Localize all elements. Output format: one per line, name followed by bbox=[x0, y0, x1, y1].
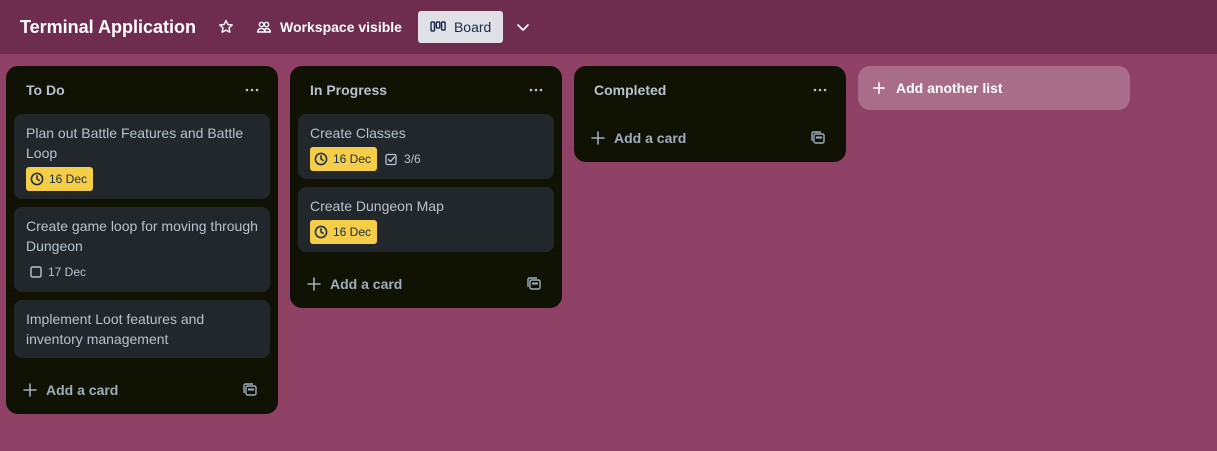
list-actions-button[interactable] bbox=[238, 76, 266, 104]
template-icon bbox=[243, 383, 257, 396]
checklist-icon bbox=[385, 153, 397, 165]
add-card-label: Add a card bbox=[614, 130, 687, 146]
due-date-badge[interactable]: 17 Dec bbox=[26, 260, 90, 284]
list-title[interactable]: Completed bbox=[594, 82, 666, 98]
plus-icon bbox=[307, 277, 321, 291]
due-date-text: 16 Dec bbox=[333, 152, 372, 166]
workspace-visibility-button[interactable]: Workspace visible bbox=[248, 11, 410, 43]
due-date-text: 17 Dec bbox=[48, 265, 87, 279]
more-icon bbox=[245, 88, 259, 92]
clock-icon bbox=[314, 225, 328, 239]
card-title: Implement Loot features and inventory ma… bbox=[26, 311, 205, 347]
add-card-button[interactable]: Add a card bbox=[306, 268, 402, 300]
due-date-badge[interactable]: 16 Dec bbox=[26, 167, 94, 191]
list-footer: Add a card bbox=[582, 114, 838, 162]
list-header: To Do bbox=[14, 66, 270, 114]
due-date-badge[interactable]: 16 Dec bbox=[310, 220, 378, 244]
create-from-template-button[interactable] bbox=[522, 272, 546, 296]
list-footer: Add a card bbox=[14, 366, 270, 414]
plus-icon bbox=[23, 383, 37, 397]
card-badges: 16 Dec 3/6 bbox=[310, 147, 542, 171]
view-switcher-button[interactable] bbox=[507, 11, 539, 43]
card[interactable]: Create Dungeon Map 16 Dec bbox=[298, 187, 554, 252]
list-title[interactable]: To Do bbox=[26, 82, 65, 98]
card-badges: 16 Dec bbox=[310, 220, 542, 244]
list-to-do: To Do Plan out Battle Features and Battl… bbox=[6, 66, 278, 414]
card-title: Create game loop for moving through Dung… bbox=[26, 218, 258, 254]
card[interactable]: Create game loop for moving through Dung… bbox=[14, 207, 270, 292]
list-title[interactable]: In Progress bbox=[310, 82, 387, 98]
board-view-button[interactable]: Board bbox=[417, 11, 504, 43]
checklist-badge: 3/6 bbox=[385, 152, 421, 166]
star-icon bbox=[219, 19, 233, 33]
list-actions-button[interactable] bbox=[806, 76, 834, 104]
plus-icon bbox=[872, 81, 886, 95]
card[interactable]: Create Classes 16 Dec 3/6 bbox=[298, 114, 554, 179]
due-date-badge[interactable]: 16 Dec bbox=[310, 147, 378, 171]
board-title[interactable]: Terminal Application bbox=[20, 17, 196, 38]
template-icon bbox=[811, 131, 825, 144]
add-card-button[interactable]: Add a card bbox=[590, 122, 686, 154]
create-from-template-button[interactable] bbox=[238, 378, 262, 402]
add-another-list-label: Add another list bbox=[896, 80, 1003, 96]
board-icon bbox=[430, 21, 446, 32]
plus-icon bbox=[591, 131, 605, 145]
card-title: Plan out Battle Features and Battle Loop bbox=[26, 125, 244, 161]
card[interactable]: Plan out Battle Features and Battle Loop… bbox=[14, 114, 270, 199]
workspace-visibility-label: Workspace visible bbox=[280, 19, 402, 35]
list-header: Completed bbox=[582, 66, 838, 114]
card-title: Create Classes bbox=[310, 125, 406, 141]
more-icon bbox=[813, 88, 827, 92]
board-view-label: Board bbox=[453, 19, 492, 35]
card-badges: 17 Dec bbox=[26, 260, 258, 284]
list-in-progress: In Progress Create Classes 16 Dec 3/6 Cr… bbox=[290, 66, 562, 308]
add-card-label: Add a card bbox=[330, 276, 403, 292]
create-from-template-button[interactable] bbox=[806, 126, 830, 150]
due-date-text: 16 Dec bbox=[49, 172, 88, 186]
board-header: Terminal Application Workspace visible B… bbox=[0, 0, 1217, 54]
list-completed: Completed Add a card bbox=[574, 66, 846, 162]
clock-icon bbox=[30, 172, 44, 186]
card-title: Create Dungeon Map bbox=[310, 198, 444, 214]
add-card-button[interactable]: Add a card bbox=[22, 374, 118, 406]
chevron-down-icon bbox=[517, 24, 530, 31]
more-icon bbox=[529, 88, 543, 92]
add-card-label: Add a card bbox=[46, 382, 119, 398]
checklist-count: 3/6 bbox=[404, 152, 421, 166]
card-badges: 16 Dec bbox=[26, 167, 258, 191]
list-actions-button[interactable] bbox=[522, 76, 550, 104]
clock-icon bbox=[314, 152, 328, 166]
star-button[interactable] bbox=[210, 11, 242, 43]
workspace-icon bbox=[256, 21, 272, 33]
checkbox-icon bbox=[30, 266, 42, 278]
list-header: In Progress bbox=[298, 66, 554, 114]
list-footer: Add a card bbox=[298, 260, 554, 308]
card[interactable]: Implement Loot features and inventory ma… bbox=[14, 300, 270, 358]
template-icon bbox=[527, 277, 541, 290]
add-another-list-button[interactable]: Add another list bbox=[858, 66, 1130, 110]
due-date-text: 16 Dec bbox=[333, 225, 372, 239]
